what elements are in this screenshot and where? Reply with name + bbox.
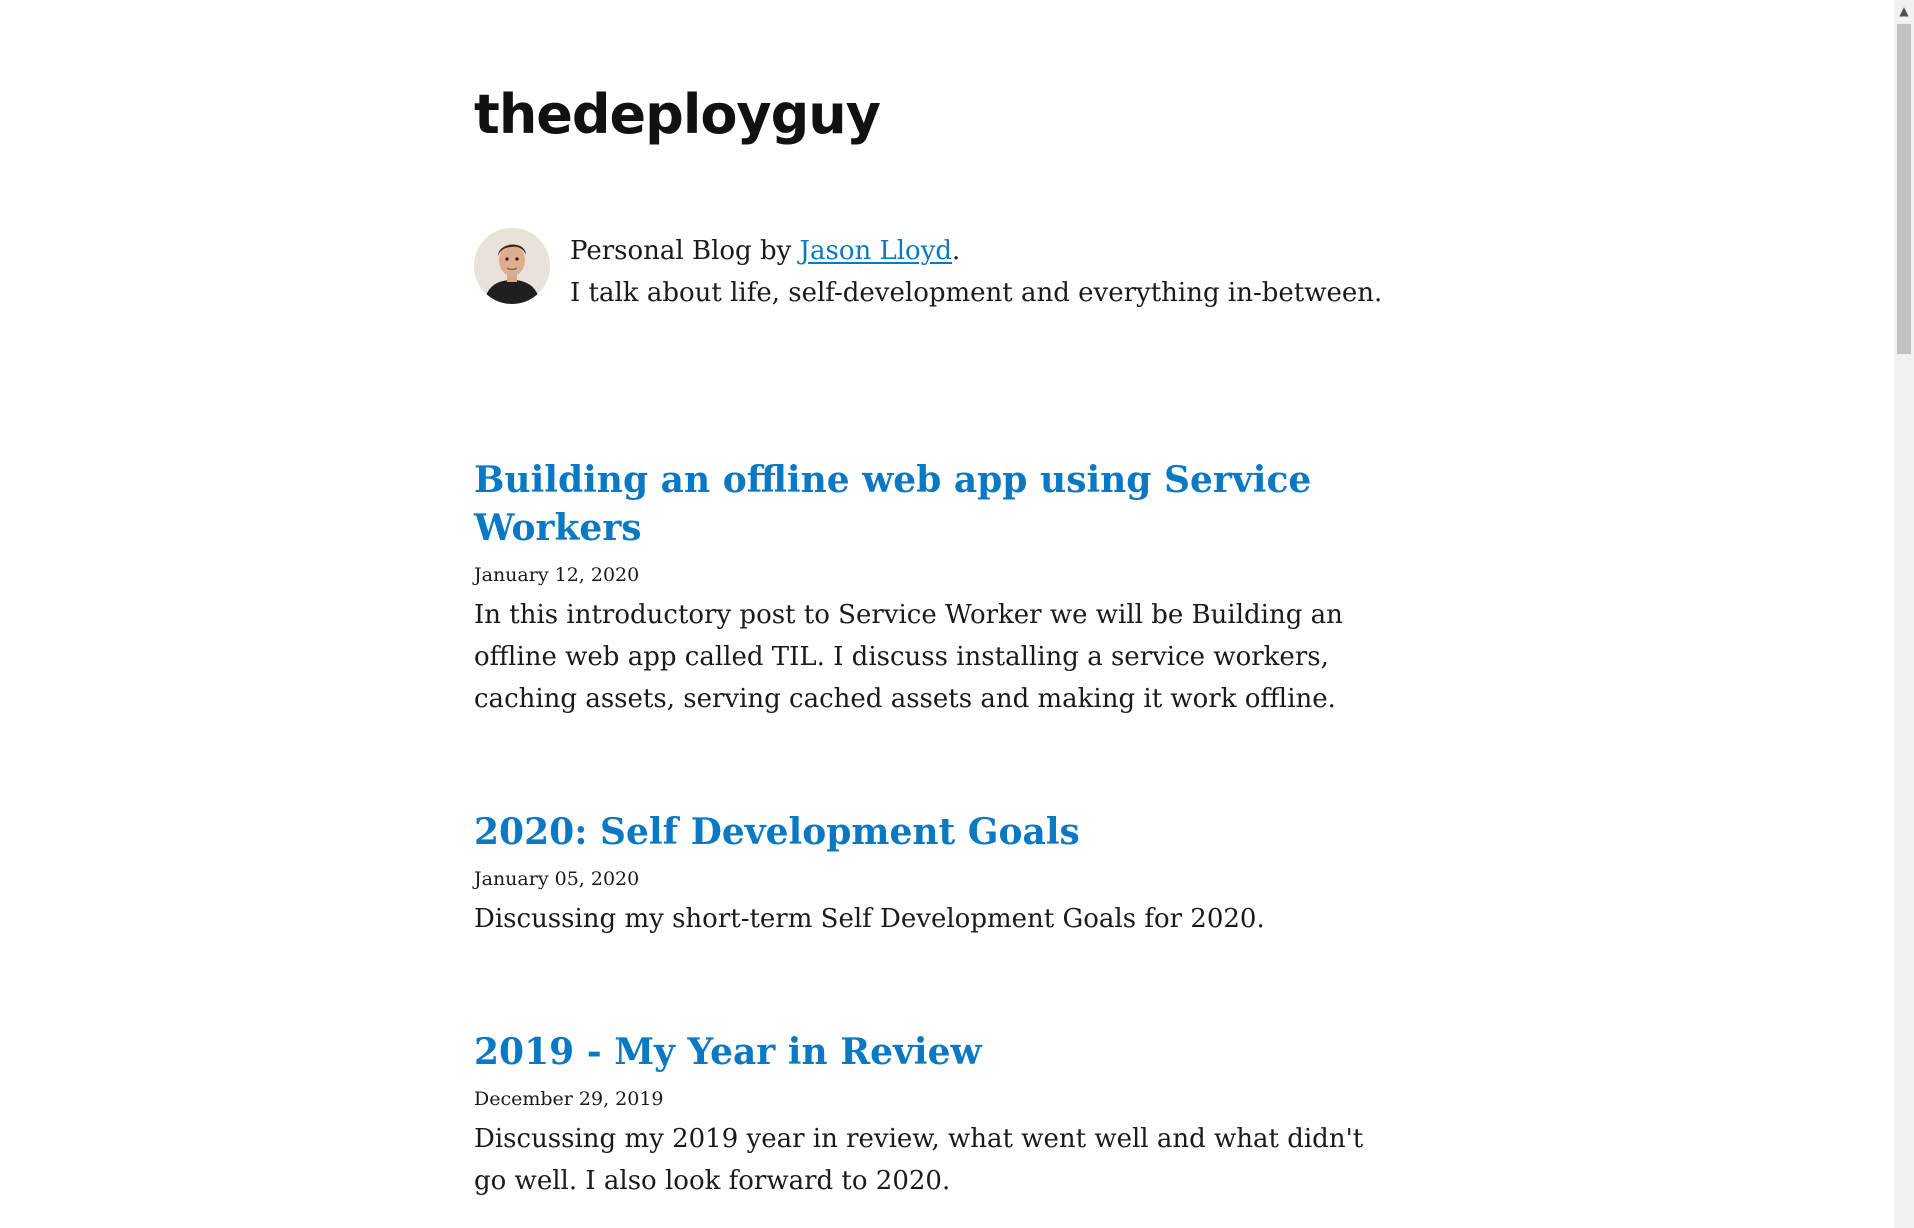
bio-suffix: . <box>952 236 961 266</box>
avatar <box>474 228 550 304</box>
post-item: Building an offline web app using Servic… <box>474 456 1394 720</box>
post-title-link[interactable]: Building an offline web app using Servic… <box>474 459 1311 549</box>
bio: Personal Blog by Jason Lloyd. I talk abo… <box>474 228 1382 314</box>
avatar-image <box>474 228 550 304</box>
post-excerpt: Discussing my 2019 year in review, what … <box>474 1124 1364 1196</box>
site-title[interactable]: thedeployguy <box>474 82 881 148</box>
post-title: 2020: Self Development Goals <box>474 808 1394 856</box>
bio-line-1: Personal Blog by Jason Lloyd. <box>570 230 1382 272</box>
post-title: Building an offline web app using Servic… <box>474 456 1394 552</box>
bio-prefix: Personal Blog by <box>570 236 800 266</box>
author-link[interactable]: Jason Lloyd <box>800 236 953 266</box>
vertical-scrollbar[interactable]: ▲ <box>1894 0 1914 1228</box>
post-list: Building an offline web app using Servic… <box>474 456 1394 1202</box>
post-title: 2019 - My Year in Review <box>474 1028 1394 1076</box>
post-title-link[interactable]: 2019 - My Year in Review <box>474 1031 982 1073</box>
post-title-link[interactable]: 2020: Self Development Goals <box>474 811 1080 853</box>
post-date: January 12, 2020 <box>474 564 640 586</box>
post-item: 2020: Self Development Goals January 05,… <box>474 808 1394 940</box>
post-item: 2019 - My Year in Review December 29, 20… <box>474 1028 1394 1202</box>
bio-line-2: I talk about life, self-development and … <box>570 278 1383 308</box>
post-excerpt: Discussing my short-term Self Developmen… <box>474 904 1265 934</box>
post-excerpt: In this introductory post to Service Wor… <box>474 600 1343 714</box>
post-date: December 29, 2019 <box>474 1088 664 1110</box>
chevron-up-icon[interactable]: ▲ <box>1894 0 1914 22</box>
bio-text: Personal Blog by Jason Lloyd. I talk abo… <box>570 230 1382 314</box>
scrollbar-thumb[interactable] <box>1897 24 1911 354</box>
post-date: January 05, 2020 <box>474 868 640 890</box>
